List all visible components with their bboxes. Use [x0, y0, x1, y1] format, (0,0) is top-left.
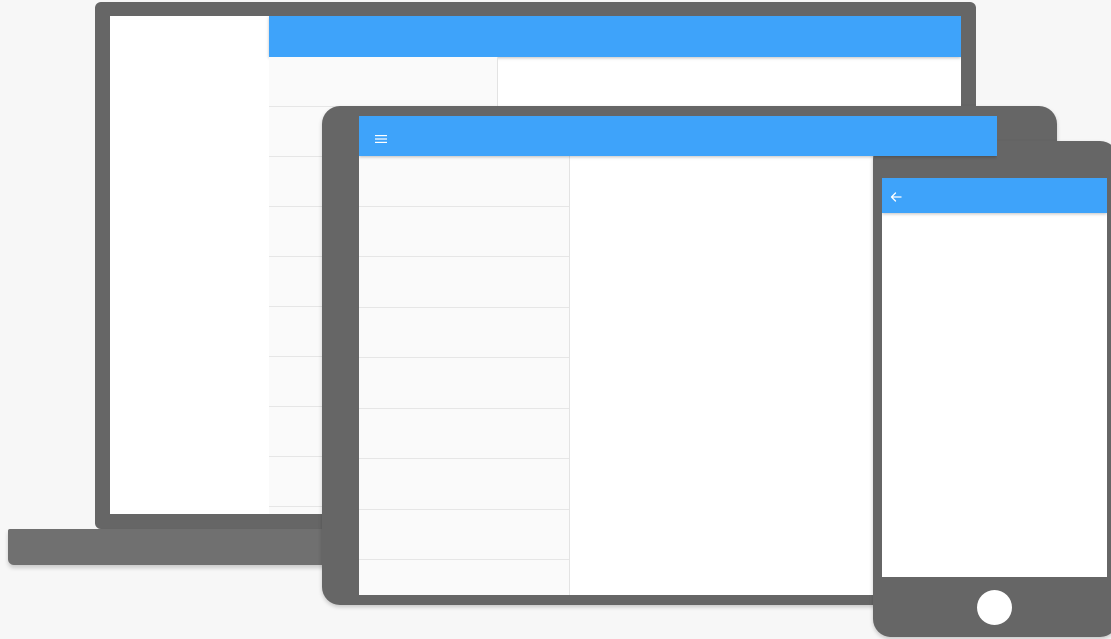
- list-item[interactable]: [359, 459, 569, 510]
- tablet-list: [359, 156, 570, 595]
- laptop-sidebar: [110, 16, 269, 514]
- list-item[interactable]: [359, 409, 569, 459]
- list-item[interactable]: [359, 560, 569, 595]
- list-item[interactable]: [359, 510, 569, 560]
- phone-display: [882, 178, 1107, 577]
- responsive-devices-illustration: [0, 0, 1111, 639]
- arrow-back-icon[interactable]: [890, 190, 902, 202]
- home-button[interactable]: [977, 590, 1012, 625]
- tablet-app-bar: [359, 116, 997, 156]
- list-item[interactable]: [359, 358, 569, 409]
- list-item[interactable]: [359, 207, 569, 257]
- menu-icon[interactable]: [375, 131, 387, 143]
- laptop-app-bar: [269, 16, 961, 57]
- list-item[interactable]: [359, 308, 569, 358]
- list-item[interactable]: [269, 57, 497, 107]
- phone-device: [873, 141, 1111, 637]
- list-item[interactable]: [359, 156, 569, 207]
- list-item[interactable]: [359, 257, 569, 308]
- phone-app-bar: [882, 178, 1107, 213]
